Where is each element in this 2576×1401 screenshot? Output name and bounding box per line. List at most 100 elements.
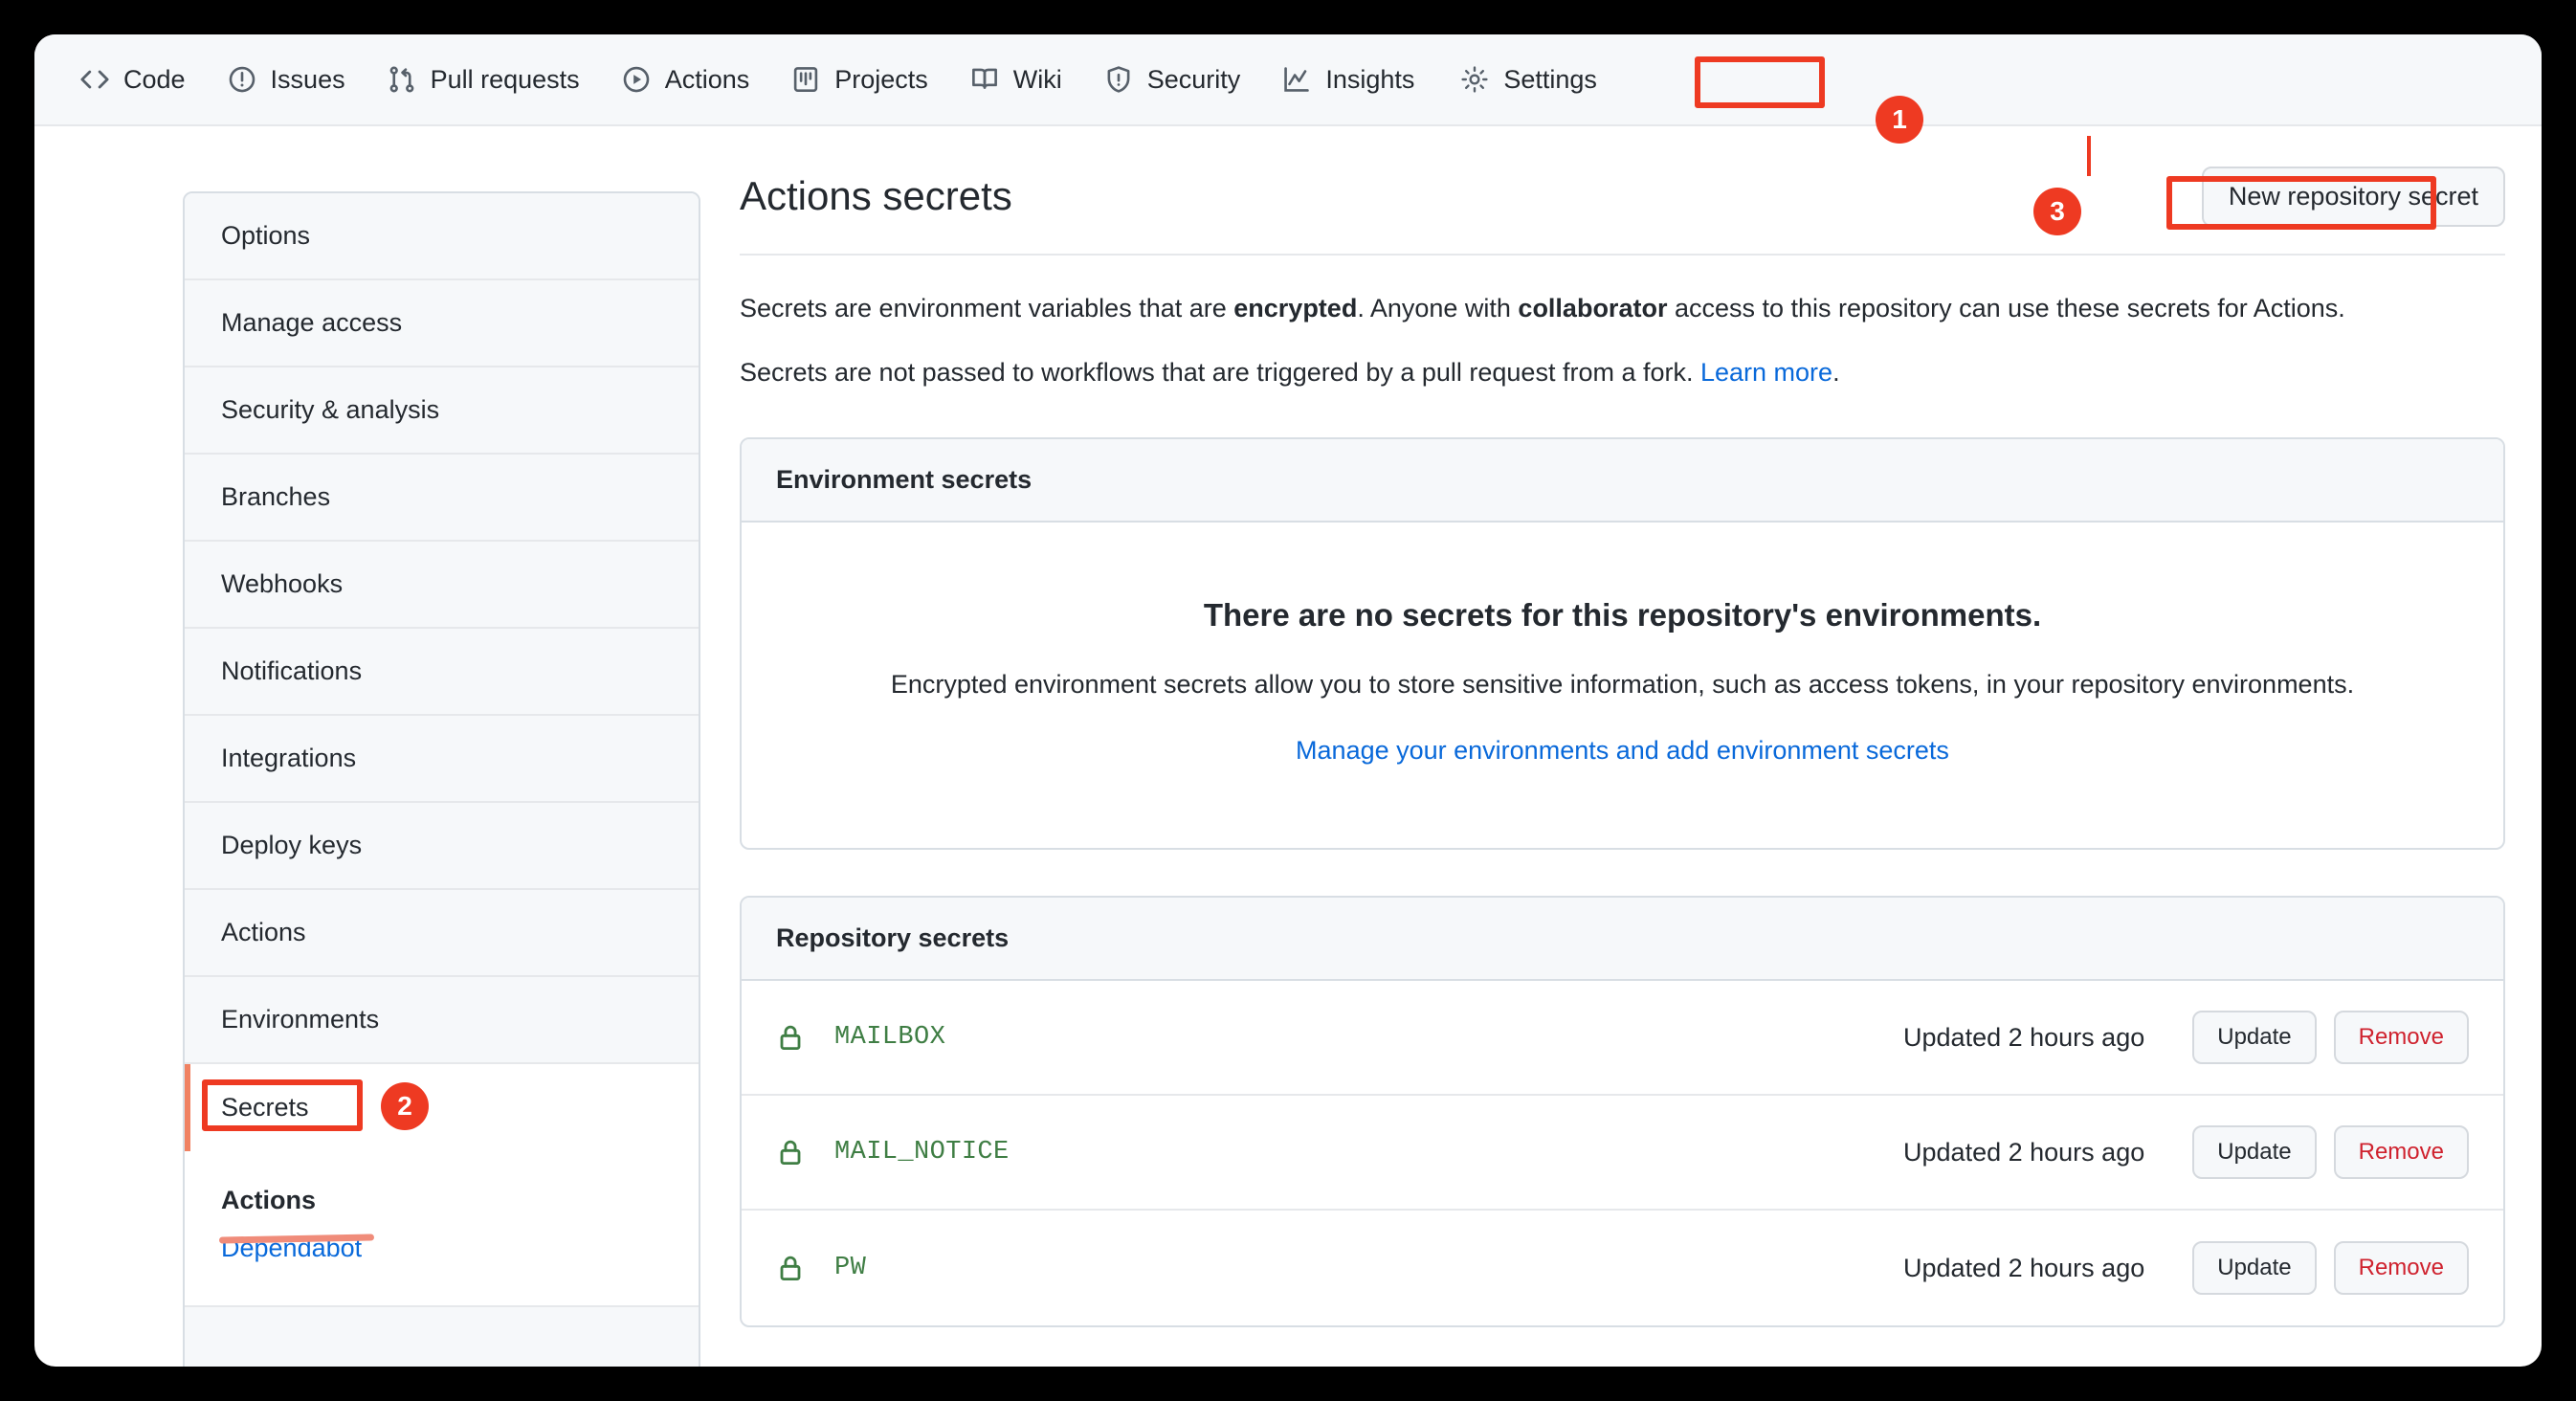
nav-tab-label: Actions [665,65,750,95]
sidebar-item-label: Security & analysis [221,395,439,425]
gear-icon [1460,65,1489,94]
sidebar-item-label: Webhooks [221,569,343,599]
nav-tab-label: Settings [1503,65,1597,95]
settings-sidebar: Options Manage access Security & analysi… [183,191,700,1367]
git-pull-request-icon [388,65,416,94]
update-secret-button[interactable]: Update [2192,1241,2316,1295]
empty-state-title: There are no secrets for this repository… [780,597,2465,634]
sidebar-item-webhooks[interactable]: Webhooks [185,542,699,629]
play-icon [622,65,651,94]
desc1-part1: Secrets are environment variables that a… [740,294,1233,322]
nav-tab-label: Code [123,65,186,95]
sidebar-item-label: Branches [221,482,330,512]
sidebar-item-secrets[interactable]: Secrets [185,1064,699,1151]
table-row: PW Updated 2 hours ago Update Remove [742,1211,2503,1325]
secret-updated-timestamp: Updated 2 hours ago [1903,1023,2144,1053]
nav-tab-wiki[interactable]: Wiki [949,52,1083,108]
annotation-badge-1: 1 [1876,96,1923,144]
update-secret-button[interactable]: Update [2192,1125,2316,1179]
repository-secrets-panel: Repository secrets MAILBOX Updated 2 hou… [740,896,2505,1327]
content-header: Actions secrets New repository secret [740,167,2505,256]
secrets-description-2: Secrets are not passed to workflows that… [740,354,2505,391]
sidebar-item-label: Secrets [221,1093,309,1123]
lock-icon [776,1138,805,1167]
sidebar-item-deploy-keys[interactable]: Deploy keys [185,803,699,890]
sidebar-item-notifications[interactable]: Notifications [185,629,699,716]
learn-more-link[interactable]: Learn more [1700,358,1832,387]
remove-secret-button[interactable]: Remove [2334,1125,2469,1179]
environment-secrets-empty-state: There are no secrets for this repository… [742,523,2503,848]
shield-icon [1104,65,1133,94]
sidebar-item-integrations[interactable]: Integrations [185,716,699,803]
update-secret-button[interactable]: Update [2192,1011,2316,1064]
main-content: Actions secrets New repository secret Se… [740,167,2505,1327]
desc1-bold-collaborator: collaborator [1518,294,1667,322]
nav-tab-insights[interactable]: Insights [1261,52,1435,108]
sidebar-item-label: Options [221,221,310,251]
nav-tab-issues[interactable]: Issues [207,52,366,108]
page-body: Options Manage access Security & analysi… [34,128,2542,1367]
nav-tab-settings[interactable]: Settings [1439,52,1618,108]
sidebar-subitem-dependabot[interactable]: Dependabot [221,1224,362,1272]
sidebar-item-label: Integrations [221,744,356,773]
nav-tab-label: Projects [834,65,928,95]
manage-environments-link[interactable]: Manage your environments and add environ… [1296,736,1949,765]
remove-secret-button[interactable]: Remove [2334,1011,2469,1064]
lock-icon [776,1023,805,1052]
issue-opened-icon [228,65,256,94]
nav-tab-actions[interactable]: Actions [601,52,771,108]
secret-name: MAIL_NOTICE [834,1138,1010,1167]
sidebar-item-label: Actions [221,918,306,947]
environment-secrets-panel: Environment secrets There are no secrets… [740,437,2505,850]
nav-tab-label: Security [1147,65,1241,95]
annotation-connector-line [2087,136,2091,176]
sidebar-item-actions[interactable]: Actions [185,890,699,977]
repository-nav: Code Issues Pull requests Actions Projec [34,34,2542,126]
remove-secret-button[interactable]: Remove [2334,1241,2469,1295]
lock-icon [776,1254,805,1282]
nav-tab-label: Insights [1325,65,1414,95]
desc2-suffix: . [1832,358,1840,387]
repository-secrets-header: Repository secrets [742,898,2503,981]
new-repository-secret-button[interactable]: New repository secret [2202,167,2505,227]
secrets-description-1: Secrets are environment variables that a… [740,290,2505,327]
annotation-badge-2: 2 [381,1082,429,1130]
browser-window: Code Issues Pull requests Actions Projec [34,34,2542,1367]
nav-tab-pull-requests[interactable]: Pull requests [366,52,601,108]
nav-tab-label: Wiki [1013,65,1062,95]
sidebar-item-manage-access[interactable]: Manage access [185,280,699,367]
sidebar-item-label: Deploy keys [221,831,362,860]
sidebar-item-options[interactable]: Options [185,193,699,280]
desc1-part3: access to this repository can use these … [1667,294,2344,322]
nav-tab-label: Pull requests [431,65,580,95]
nav-tab-projects[interactable]: Projects [770,52,949,108]
desc2-text: Secrets are not passed to workflows that… [740,358,1700,387]
sidebar-item-branches[interactable]: Branches [185,455,699,542]
page-title: Actions secrets [740,172,1012,220]
sidebar-subitem-actions[interactable]: Actions [221,1176,316,1224]
sidebar-item-environments[interactable]: Environments [185,977,699,1064]
sidebar-item-label: Environments [221,1005,379,1034]
nav-tab-security[interactable]: Security [1083,52,1262,108]
nav-tab-label: Issues [271,65,345,95]
sidebar-secrets-subnav: Actions Dependabot [185,1151,699,1307]
sidebar-item-label: Manage access [221,308,402,338]
graph-icon [1282,65,1311,94]
table-row: MAIL_NOTICE Updated 2 hours ago Update R… [742,1096,2503,1211]
book-icon [970,65,999,94]
empty-state-text: Encrypted environment secrets allow you … [780,670,2465,700]
project-icon [791,65,820,94]
environment-secrets-header: Environment secrets [742,439,2503,523]
table-row: MAILBOX Updated 2 hours ago Update Remov… [742,981,2503,1096]
code-icon [80,65,109,94]
desc1-bold-encrypted: encrypted [1233,294,1357,322]
secret-name: MAILBOX [834,1023,945,1052]
desc1-part2: . Anyone with [1357,294,1518,322]
sidebar-item-security-analysis[interactable]: Security & analysis [185,367,699,455]
sidebar-item-overflow[interactable] [185,1307,699,1367]
secret-updated-timestamp: Updated 2 hours ago [1903,1254,2144,1283]
nav-tab-code[interactable]: Code [59,52,207,108]
secret-name: PW [834,1254,866,1282]
sidebar-item-label: Notifications [221,656,362,686]
secret-updated-timestamp: Updated 2 hours ago [1903,1138,2144,1168]
